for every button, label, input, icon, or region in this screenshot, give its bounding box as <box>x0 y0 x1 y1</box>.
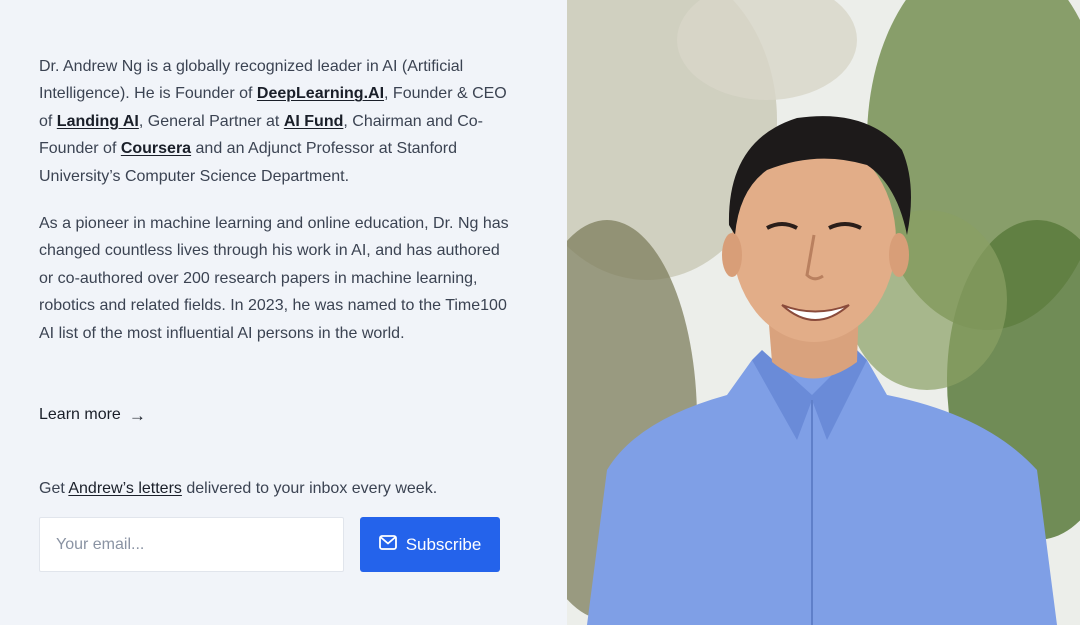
subscribe-label: Subscribe <box>405 534 482 554</box>
andrews-letters-link[interactable]: Andrew’s letters <box>68 480 182 497</box>
portrait-image <box>567 0 1080 625</box>
learn-more-link[interactable]: Learn more → <box>39 406 146 424</box>
bio-paragraph-1: Dr. Andrew Ng is a globally recognized l… <box>39 53 509 190</box>
mail-icon <box>378 534 397 555</box>
bio-paragraph-2: As a pioneer in machine learning and onl… <box>39 215 509 342</box>
portrait-photo <box>567 0 1080 625</box>
bio-text-3: , General Partner at <box>138 112 284 130</box>
email-input[interactable] <box>39 517 344 572</box>
learn-more-label: Learn more <box>39 406 121 423</box>
newsletter-prefix: Get <box>39 480 69 497</box>
hero-section: Dr. Andrew Ng is a globally recognized l… <box>0 0 1080 625</box>
newsletter-suffix: delivered to your inbox every week. <box>181 480 438 497</box>
bio-text: Dr. Andrew Ng is a globally recognized l… <box>39 53 509 347</box>
deeplearning-ai-link[interactable]: DeepLearning.AI <box>257 85 384 102</box>
newsletter-text: Get Andrew’s letters delivered to your i… <box>39 480 437 498</box>
ai-fund-link[interactable]: AI Fund <box>284 113 344 130</box>
bio-panel: Dr. Andrew Ng is a globally recognized l… <box>0 0 567 625</box>
landing-ai-link[interactable]: Landing AI <box>57 113 139 130</box>
coursera-link[interactable]: Coursera <box>121 140 191 157</box>
subscribe-button[interactable]: Subscribe <box>360 517 500 572</box>
arrow-right-icon: → <box>128 405 146 425</box>
